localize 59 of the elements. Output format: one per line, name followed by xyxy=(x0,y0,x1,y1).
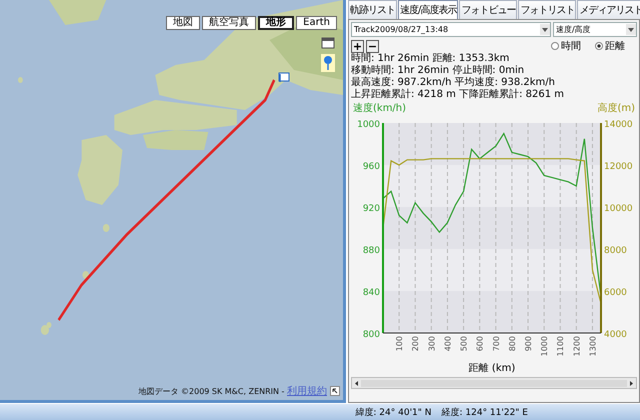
horizontal-scrollbar[interactable] xyxy=(351,377,637,389)
tick-label: 300 xyxy=(427,336,436,352)
tick-label: 700 xyxy=(492,336,501,352)
tick-label: 840 xyxy=(362,288,380,298)
tick-label: 800 xyxy=(362,330,380,340)
tick-label: 400 xyxy=(443,336,452,352)
radio-label: 距離 xyxy=(605,40,625,53)
tick-label: 1000 xyxy=(357,120,380,130)
map-type-button[interactable]: 地図 xyxy=(166,16,200,30)
tick-label: 1300 xyxy=(588,336,598,356)
tick-label: 1000 xyxy=(540,336,550,356)
tick-label: 900 xyxy=(524,336,533,352)
tick-label: 8000 xyxy=(604,246,627,256)
caret-icon[interactable] xyxy=(626,24,636,35)
film-icon[interactable] xyxy=(321,36,335,50)
tick-label: 1100 xyxy=(556,336,566,356)
stat-line: 移動時間: 1hr 26min 停止時間: 0min xyxy=(351,65,526,76)
zoom-button[interactable]: − xyxy=(366,40,379,52)
stat-line: 最高速度: 987.2km/h 平均速度: 938.2km/h xyxy=(351,77,556,88)
tab[interactable]: フォトビュー xyxy=(459,0,518,19)
tick-label: 100 xyxy=(395,336,404,352)
map-type-button[interactable]: 地形 xyxy=(258,16,294,30)
zoom-button[interactable]: + xyxy=(351,40,364,52)
stat-line: 上昇距離累計: 4218 m 下降距離累計: 8261 m xyxy=(351,89,566,101)
map-type-button[interactable]: 航空写真 xyxy=(202,16,256,30)
flag-icon xyxy=(278,72,290,84)
tab[interactable]: メディアリスト xyxy=(577,0,640,19)
radio-button[interactable] xyxy=(595,42,603,50)
stat-line: 時間: 1hr 26min 距離: 1353.3km xyxy=(351,53,510,64)
tick-label: 500 xyxy=(460,336,469,352)
tab[interactable]: フォトリスト xyxy=(518,0,576,19)
radio-label: 時間 xyxy=(561,40,581,53)
tick-label: 12000 xyxy=(604,162,633,172)
tick-label: 10000 xyxy=(604,204,633,214)
tick-label: 14000 xyxy=(604,120,633,130)
tick-label: 880 xyxy=(362,246,380,256)
tick-label: 6000 xyxy=(604,288,627,298)
caret-icon[interactable] xyxy=(540,24,550,35)
tick-label: 960 xyxy=(362,162,380,172)
map-attribution: 地図データ ©2009 SK M&C, ZENRIN - 利用規約 xyxy=(138,384,327,398)
tick-label: 1200 xyxy=(572,336,582,356)
longitude-text: 経度: 124° 11'22" E xyxy=(442,406,528,418)
tick-label: 800 xyxy=(508,336,517,352)
resize-icon[interactable] xyxy=(330,386,340,396)
track-dropdown[interactable]: Track2009/08/27_13:48 xyxy=(351,22,551,37)
tick-label: 600 xyxy=(476,336,485,352)
latitude-text: 緯度: 24° 40'1" N xyxy=(355,406,432,418)
x-axis-title: 距離 (km) xyxy=(468,363,516,374)
tick-label: 920 xyxy=(362,204,380,214)
speed-axis-title: 速度(km/h) xyxy=(353,102,406,115)
pin-icon[interactable] xyxy=(321,54,335,72)
altitude-axis-title: 高度(m) xyxy=(597,102,635,115)
tick-label: 4000 xyxy=(604,330,627,340)
map-type-button[interactable]: Earth xyxy=(296,16,337,30)
tab[interactable]: 速度/高度表示 xyxy=(398,0,458,19)
radio-button[interactable] xyxy=(551,42,559,50)
tab[interactable]: 軌跡リスト xyxy=(348,0,397,19)
graph-dropdown[interactable]: 速度/高度 xyxy=(553,22,637,37)
tick-label: 200 xyxy=(411,336,420,352)
